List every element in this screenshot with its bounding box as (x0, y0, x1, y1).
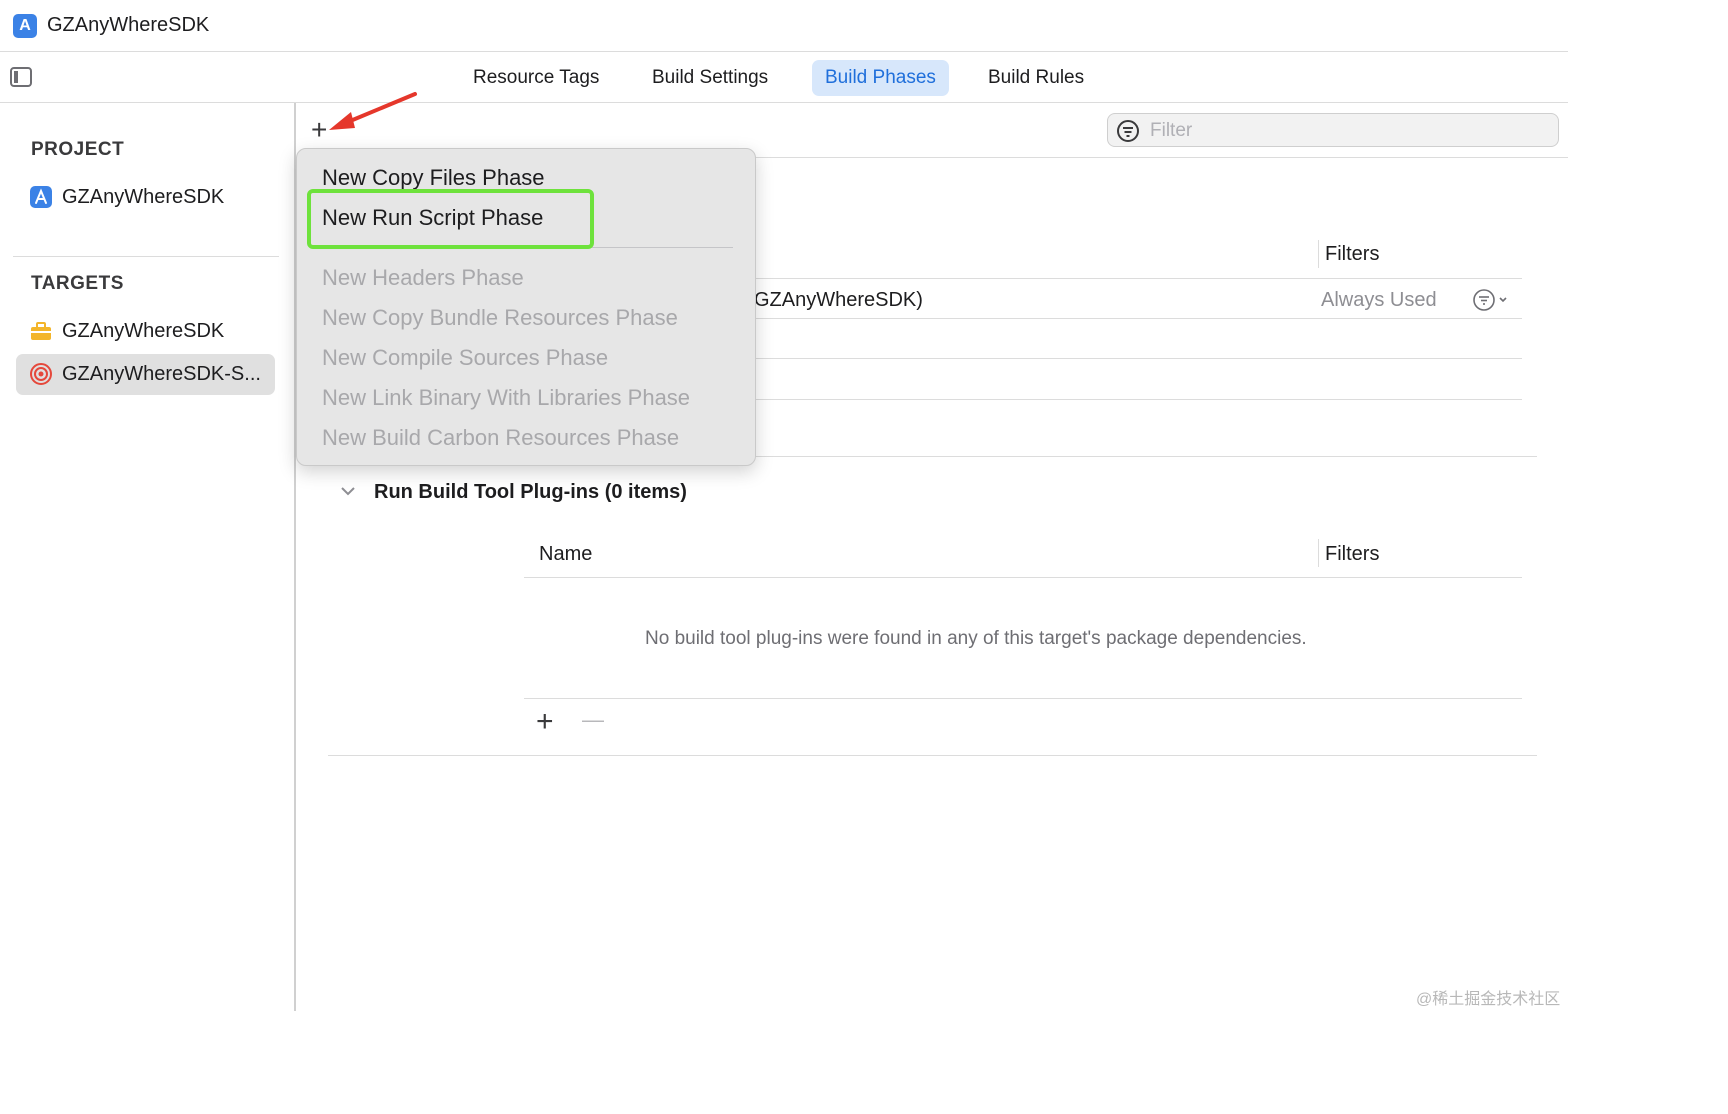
add-plugin-button[interactable]: + (536, 705, 554, 739)
filter-input[interactable] (1148, 118, 1552, 144)
filter-popup-icon[interactable] (1472, 288, 1512, 312)
target-icon (30, 363, 52, 385)
targets-section-header: TARGETS (31, 273, 124, 294)
dependency-filter-value: Always Used (1321, 289, 1437, 311)
menu-item-new-compile-sources-phase: New Compile Sources Phase (322, 345, 609, 370)
sidebar-divider (13, 256, 279, 257)
menu-item-new-headers-phase: New Headers Phase (322, 265, 524, 290)
sidebar-item-label: GZAnyWhereSDK-S... (62, 363, 261, 385)
watermark: @稀土掘金技术社区 (1416, 991, 1561, 1008)
editor-tab-bar: Resource Tags Build Settings Build Phase… (0, 52, 1568, 103)
filter-icon (1117, 120, 1139, 142)
red-arrow-annotation (329, 92, 417, 130)
remove-plugin-button[interactable]: — (582, 707, 604, 733)
disclosure-chevron-icon[interactable] (340, 485, 356, 497)
menu-item-new-build-carbon-resources-phase: New Build Carbon Resources Phase (322, 425, 680, 450)
title-bar: A GZAnyWhereSDK (0, 0, 1568, 52)
project-section-header: PROJECT (31, 139, 125, 160)
tab-build-rules[interactable]: Build Rules (975, 60, 1097, 96)
tab-resource-tags[interactable]: Resource Tags (460, 60, 612, 96)
sidebar-item-project[interactable]: GZAnyWhereSDK (16, 177, 275, 218)
menu-item-new-copy-files-phase[interactable]: New Copy Files Phase (322, 165, 545, 191)
sidebar-toggle-icon[interactable] (10, 67, 32, 87)
name-column-header: Name (539, 543, 593, 565)
dependency-name: GZAnyWhereSDK) (754, 289, 923, 311)
filter-field[interactable] (1107, 113, 1559, 147)
sidebar-item-target-framework[interactable]: GZAnyWhereSDK (16, 311, 275, 352)
column-separator (1318, 539, 1319, 567)
sidebar-item-target-aggregate[interactable]: GZAnyWhereSDK-S... (16, 354, 275, 395)
sidebar-item-label: GZAnyWhereSDK (62, 320, 225, 342)
plugins-section-title[interactable]: Run Build Tool Plug-ins (0 items) (374, 481, 687, 504)
empty-state-message: No build tool plug-ins were found in any… (645, 628, 1307, 649)
sidebar-item-label: GZAnyWhereSDK (62, 186, 225, 208)
column-separator (1318, 240, 1319, 268)
tab-build-phases[interactable]: Build Phases (812, 60, 949, 96)
project-navigator-sidebar: PROJECT GZAnyWhereSDK TARGETS GZAnyWhere… (0, 103, 296, 1011)
menu-item-new-link-binary-phase: New Link Binary With Libraries Phase (322, 385, 691, 410)
highlight-annotation-box (307, 189, 594, 249)
table-header-divider (524, 577, 1522, 578)
xcode-project-icon: A (13, 14, 37, 38)
toolbox-icon (31, 322, 51, 340)
tab-build-settings[interactable]: Build Settings (639, 60, 781, 96)
section-divider (328, 755, 1537, 756)
filters-column-header: Filters (1325, 243, 1380, 265)
window-title: GZAnyWhereSDK (47, 14, 210, 36)
filters-column-header: Filters (1325, 543, 1380, 565)
table-footer-divider (524, 698, 1522, 699)
xcode-project-icon (30, 186, 52, 208)
menu-item-new-copy-bundle-resources-phase: New Copy Bundle Resources Phase (322, 305, 678, 330)
